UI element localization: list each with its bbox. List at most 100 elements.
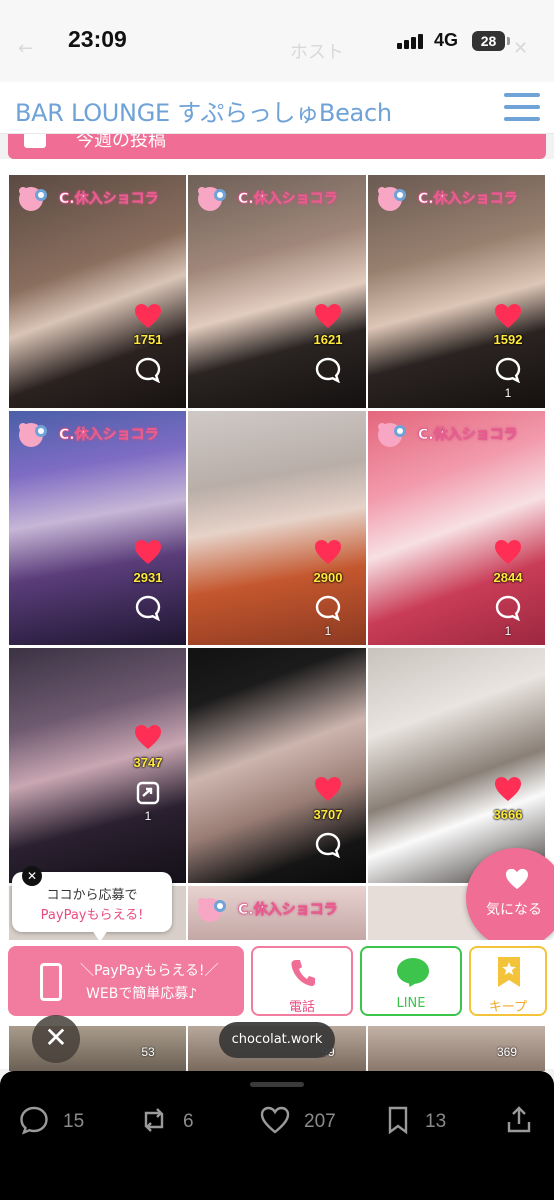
tooltip-line2: PayPayもらえる! (40, 908, 144, 923)
stamp-overlay: C.休入ショコラ (188, 177, 366, 221)
share-icon[interactable] (504, 1105, 534, 1135)
post-tile[interactable]: C.休入ショコラ 2931 (9, 411, 186, 645)
post-tile[interactable]: C.休入ショコラ 2844 1 (368, 411, 545, 645)
post-tile[interactable]: 3707 (188, 648, 366, 883)
heart-icon[interactable] (314, 539, 342, 565)
stamp-overlay: C.休入ショコラ (9, 413, 186, 457)
line-icon (397, 958, 429, 987)
heart-icon[interactable] (134, 724, 162, 750)
stamp-overlay: C.休入ショコラ (188, 888, 366, 932)
like-count: 1621 (313, 332, 343, 347)
chat-icon (24, 134, 46, 148)
mascot-icon (378, 187, 406, 211)
line-button[interactable]: LINE (360, 946, 462, 1016)
post-tile[interactable]: C.休入ショコラ 1592 1 (368, 175, 545, 408)
comment-count: 1 (324, 624, 332, 638)
drag-handle[interactable] (250, 1082, 304, 1087)
battery-icon: 28 (472, 31, 505, 51)
heart-icon[interactable] (494, 539, 522, 565)
mascot-icon (198, 187, 226, 211)
domain-pill[interactable]: chocolat.work (219, 1022, 335, 1058)
section-header: 今週の投稿 (8, 134, 546, 159)
heart-icon[interactable] (314, 776, 342, 802)
like-count: 2844 (493, 570, 523, 585)
mascot-icon (378, 423, 406, 447)
share-icon[interactable] (135, 780, 161, 806)
comment-icon[interactable] (135, 357, 161, 383)
comment-icon[interactable] (315, 595, 341, 621)
phone-label: 電話 (288, 1000, 315, 1015)
post-tile[interactable]: C.休入ショコラ 1751 (9, 175, 186, 408)
phone-icon (291, 960, 315, 987)
stamp-text: C.休入ショコラ (238, 191, 338, 208)
comment-icon[interactable] (135, 595, 161, 621)
like-count: 1592 (493, 332, 523, 347)
stamp-text: C.休入ショコラ (59, 427, 159, 444)
comment-icon[interactable] (315, 832, 341, 858)
social-action-bar: 15 6 207 13 (0, 1071, 554, 1200)
close-button[interactable]: ✕ (32, 1015, 80, 1063)
like-count: 3747 (133, 755, 163, 770)
tooltip-line1: ココから応募で (46, 888, 138, 903)
battery-tip (507, 37, 510, 45)
stamp-overlay: C.休入ショコラ (368, 177, 545, 221)
heart-icon[interactable] (134, 539, 162, 565)
site-title[interactable]: BAR LOUNGE すぷらっしゅBeach (15, 93, 392, 128)
comment-icon[interactable] (315, 357, 341, 383)
back-arrow-icon: ← (18, 38, 34, 59)
network-type: 4G (434, 30, 459, 50)
favorite-label: 気になる (486, 902, 542, 918)
repost-icon[interactable] (139, 1105, 169, 1135)
like-count: 2900 (313, 570, 343, 585)
comment-icon[interactable] (495, 357, 521, 383)
heart-icon[interactable] (134, 303, 162, 329)
tooltip-close-icon[interactable]: ✕ (22, 866, 42, 886)
like-count: 3666 (493, 807, 523, 822)
stamp-overlay: C.休入ショコラ (9, 177, 186, 221)
bookmark-star-icon (498, 957, 520, 987)
comment-count: 1 (504, 386, 512, 400)
heart-icon[interactable] (494, 303, 522, 329)
mascot-icon (19, 423, 47, 447)
status-time: 23:09 (68, 26, 127, 52)
faint-page-title: ホスト (290, 42, 344, 63)
post-tile[interactable]: C.休入ショコラ (188, 886, 366, 946)
stamp-overlay: C.休入ショコラ (368, 413, 545, 457)
action-bar: ＼PayPayもらえる!／ WEBで簡単応募♪ 電話 LINE キープ (0, 940, 554, 1026)
reply-count: 15 (63, 1111, 85, 1132)
like-count: 1751 (133, 332, 163, 347)
smartphone-icon (40, 963, 62, 1001)
apply-line2: WEBで簡単応募♪ (86, 986, 198, 1002)
post-tile[interactable]: C.休入ショコラ 1621 (188, 175, 366, 408)
menu-icon[interactable] (504, 93, 540, 123)
keep-label: キープ (488, 1000, 528, 1015)
web-apply-button[interactable]: ＼PayPayもらえる!／ WEBで簡単応募♪ (8, 946, 244, 1016)
line-label: LINE (396, 996, 426, 1011)
heart-icon[interactable] (314, 303, 342, 329)
heart-icon (506, 868, 528, 890)
apply-line1: ＼PayPayもらえる!／ (80, 963, 219, 979)
share-count: 1 (144, 809, 152, 823)
comment-count: 1 (504, 624, 512, 638)
bookmark-icon[interactable] (383, 1105, 413, 1135)
post-tile[interactable]: 369 (368, 1026, 545, 1071)
post-tile[interactable]: 3747 1 (9, 648, 186, 883)
keep-button[interactable]: キープ (469, 946, 547, 1016)
reply-icon[interactable] (19, 1105, 49, 1135)
like-count: 53 (141, 1045, 155, 1059)
repost-count: 6 (183, 1111, 194, 1132)
stamp-text: C.休入ショコラ (418, 191, 518, 208)
mascot-icon (198, 898, 226, 922)
site-header: BAR LOUNGE すぷらっしゅBeach (0, 82, 554, 134)
stamp-text: C.休入ショコラ (418, 427, 518, 444)
phone-button[interactable]: 電話 (251, 946, 353, 1016)
comment-icon[interactable] (495, 595, 521, 621)
status-bar: 23:09 ← ホスト ✕ 4G 28 (0, 0, 554, 82)
heart-icon[interactable] (494, 776, 522, 802)
post-tile[interactable]: 2900 1 (188, 411, 366, 645)
stamp-text: C.休入ショコラ (59, 191, 159, 208)
like-icon[interactable] (260, 1105, 290, 1135)
like-count: 369 (496, 1045, 518, 1059)
section-title: 今週の投稿 (76, 134, 166, 151)
like-count: 3707 (313, 807, 343, 822)
